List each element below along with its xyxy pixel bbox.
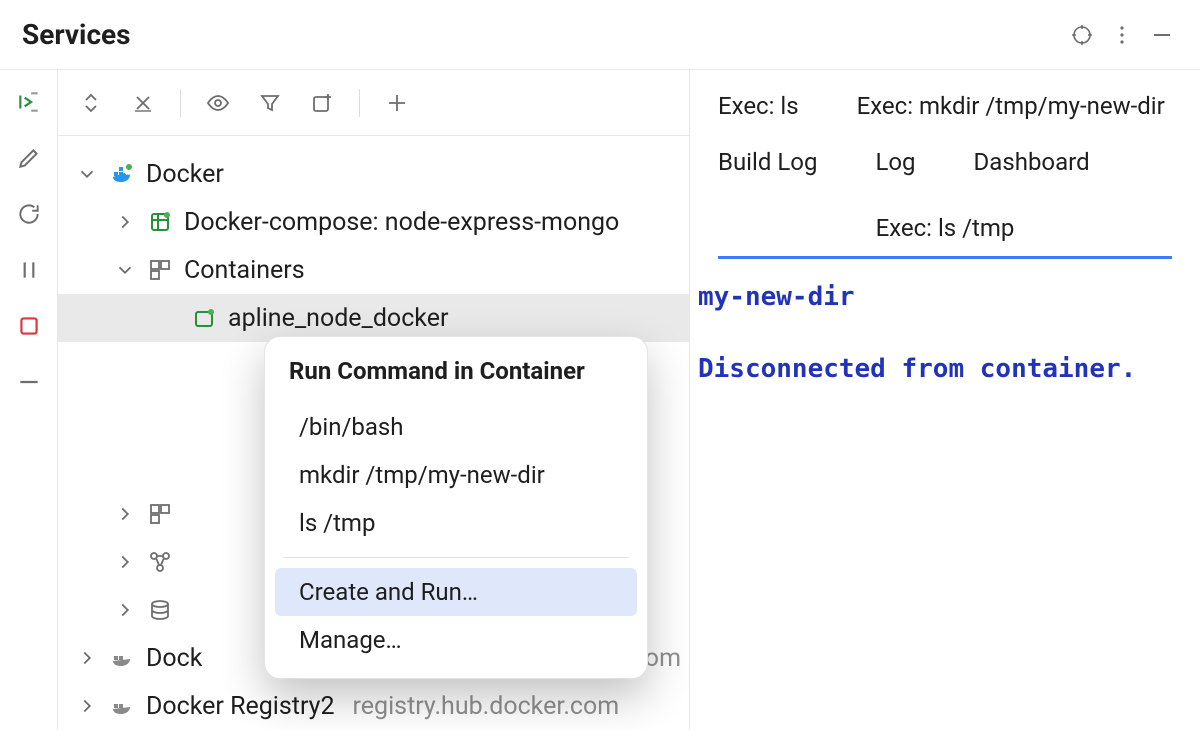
tree-item-docker[interactable]: Docker xyxy=(58,150,689,198)
tree-item-compose[interactable]: Docker-compose: node-express-mongo xyxy=(58,198,689,246)
chevron-right-icon xyxy=(76,647,98,669)
context-menu: Run Command in Container /bin/bash mkdir… xyxy=(264,336,648,679)
menu-item-ls[interactable]: ls /tmp xyxy=(275,499,637,547)
chevron-down-icon xyxy=(76,163,98,185)
chevron-right-icon xyxy=(114,551,136,573)
tree-label: Docker xyxy=(146,160,224,189)
edit-icon[interactable] xyxy=(13,142,45,174)
menu-item-bash[interactable]: /bin/bash xyxy=(275,403,637,451)
new-panel-icon[interactable] xyxy=(307,88,337,118)
registry-url: registry.hub.docker.com xyxy=(353,692,620,721)
compose-icon xyxy=(146,210,174,234)
close-all-icon[interactable] xyxy=(128,88,158,118)
volumes-icon xyxy=(146,598,174,622)
tree-label: Containers xyxy=(184,256,305,285)
chevron-right-icon xyxy=(114,211,136,233)
tab-dashboard[interactable]: Dashboard xyxy=(974,142,1090,188)
exec-tabs: Exec: ls Exec: mkdir /tmp/my-new-dir Bui… xyxy=(690,70,1200,259)
tab-exec-ls-tmp[interactable]: Exec: ls /tmp xyxy=(876,208,1015,256)
tab-log[interactable]: Log xyxy=(875,142,915,188)
more-icon[interactable] xyxy=(1102,15,1142,55)
chevron-right-icon xyxy=(76,695,98,717)
show-icon[interactable] xyxy=(203,88,233,118)
chevron-right-icon xyxy=(114,503,136,525)
tab-exec-ls[interactable]: Exec: ls xyxy=(718,86,799,132)
tree-label: apline_node_docker xyxy=(228,304,448,333)
tree-label: Dock xyxy=(146,644,202,673)
tree-item-registry[interactable]: Docker Registry2 registry.hub.docker.com xyxy=(58,682,689,730)
tree-label: Docker Registry2 xyxy=(146,692,335,721)
console-line: my-new-dir xyxy=(698,277,1200,317)
menu-item-manage[interactable]: Manage… xyxy=(275,616,637,664)
stop-icon[interactable] xyxy=(13,310,45,342)
tab-build-log[interactable]: Build Log xyxy=(718,142,817,188)
docker-registry-icon xyxy=(108,694,136,718)
target-icon[interactable] xyxy=(1062,15,1102,55)
filter-icon[interactable] xyxy=(255,88,285,118)
tree-label: Docker-compose: node-express-mongo xyxy=(184,208,619,237)
menu-item-mkdir[interactable]: mkdir /tmp/my-new-dir xyxy=(275,451,637,499)
menu-separator xyxy=(283,557,629,558)
console-line: Disconnected from container. xyxy=(698,349,1200,389)
refresh-icon[interactable] xyxy=(13,198,45,230)
tree-item-containers[interactable]: Containers xyxy=(58,246,689,294)
panel-title: Services xyxy=(22,18,131,51)
network-icon xyxy=(146,550,174,574)
container-icon xyxy=(190,306,218,330)
containers-icon xyxy=(146,258,174,282)
divider-icon xyxy=(13,366,45,398)
chevron-right-icon xyxy=(114,599,136,621)
add-icon[interactable] xyxy=(382,88,412,118)
run-icon[interactable] xyxy=(13,86,45,118)
docker-registry-icon xyxy=(108,646,136,670)
pause-icon[interactable] xyxy=(13,254,45,286)
tree-item-container[interactable]: apline_node_docker xyxy=(58,294,689,342)
group-icon xyxy=(146,502,174,526)
expand-collapse-icon[interactable] xyxy=(76,88,106,118)
docker-icon xyxy=(108,162,136,186)
menu-title: Run Command in Container xyxy=(265,353,647,403)
minimize-icon[interactable] xyxy=(1142,15,1182,55)
tab-exec-mkdir[interactable]: Exec: mkdir /tmp/my-new-dir xyxy=(857,86,1165,132)
chevron-down-icon xyxy=(114,259,136,281)
console-output: my-new-dir Disconnected from container. xyxy=(690,259,1200,390)
menu-item-create-run[interactable]: Create and Run… xyxy=(275,568,637,616)
